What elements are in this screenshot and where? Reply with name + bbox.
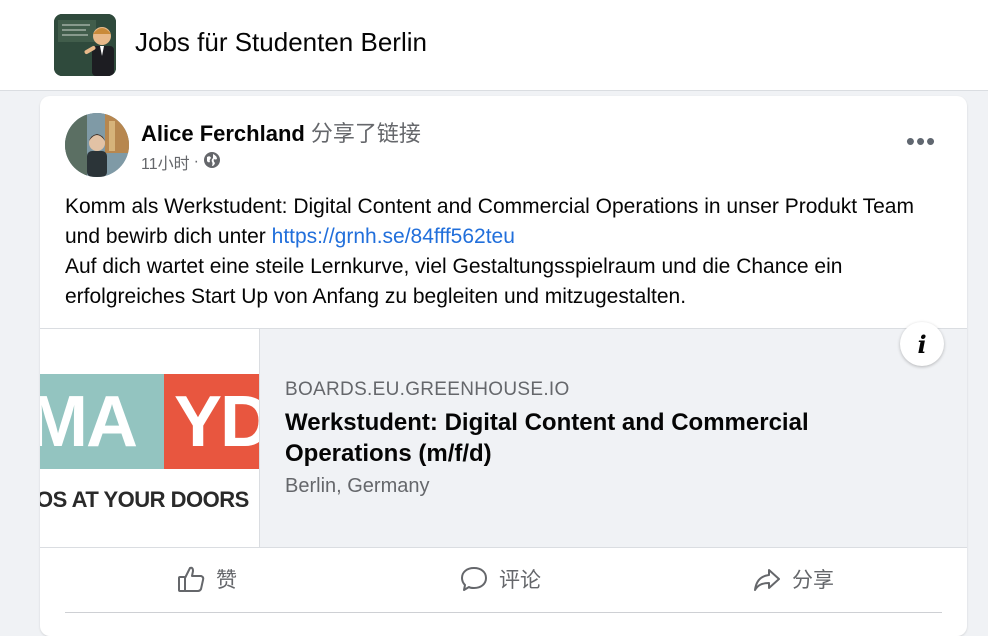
preview-domain: BOARDS.EU.GREENHOUSE.IO: [285, 379, 570, 400]
post-meta: 11小时 ·: [141, 150, 221, 174]
link-preview[interactable]: MA YD OS AT YOUR DOORS BOARDS.EU.GREENHO…: [40, 322, 967, 548]
post-card: Alice Ferchland 分享了链接 11小时 · ••• Komm als…: [40, 96, 967, 636]
share-button[interactable]: 分享: [752, 564, 834, 594]
group-header: Jobs für Studenten Berlin: [0, 0, 988, 91]
share-arrow-icon: [752, 564, 782, 594]
thumb-tagline: OS AT YOUR DOORS: [40, 487, 249, 512]
divider: [65, 612, 942, 613]
preview-title[interactable]: Werkstudent: Digital Content and Commerc…: [285, 407, 925, 469]
group-avatar[interactable]: [54, 14, 116, 76]
shared-link-text: 分享了链接: [310, 121, 421, 146]
preview-thumbnail[interactable]: MA YD OS AT YOUR DOORS: [40, 329, 260, 547]
post-text: Komm als Werkstudent: Digital Content an…: [65, 192, 945, 312]
post-timestamp[interactable]: 11小时: [141, 150, 190, 174]
share-label: 分享: [792, 569, 834, 592]
globe-icon: [203, 151, 221, 174]
action-bar: 赞 评论 分享: [40, 548, 967, 608]
meta-separator: ·: [193, 153, 199, 170]
preview-location: Berlin, Germany: [285, 475, 430, 497]
author-avatar-image: [65, 113, 129, 177]
comment-label: 评论: [499, 569, 541, 592]
thumb-letters-left: MA: [40, 382, 138, 462]
thumb-letters-right: YD: [174, 382, 259, 462]
post-link[interactable]: https://grnh.se/84fff562teu: [272, 225, 515, 248]
comment-button[interactable]: 评论: [459, 564, 541, 594]
author-avatar[interactable]: [65, 113, 129, 177]
like-label: 赞: [216, 569, 237, 592]
comment-icon: [459, 564, 489, 594]
post-text-line2: Auf dich wartet eine steile Lernkurve, v…: [65, 255, 843, 308]
info-button[interactable]: i: [900, 322, 944, 366]
author-name[interactable]: Alice Ferchland: [141, 121, 305, 146]
more-options-button[interactable]: •••: [901, 126, 941, 156]
thumbs-up-icon: [176, 564, 206, 594]
group-title[interactable]: Jobs für Studenten Berlin: [135, 27, 427, 58]
author-line: Alice Ferchland 分享了链接: [141, 116, 421, 148]
group-avatar-image: [54, 14, 116, 76]
like-button[interactable]: 赞: [176, 564, 237, 594]
